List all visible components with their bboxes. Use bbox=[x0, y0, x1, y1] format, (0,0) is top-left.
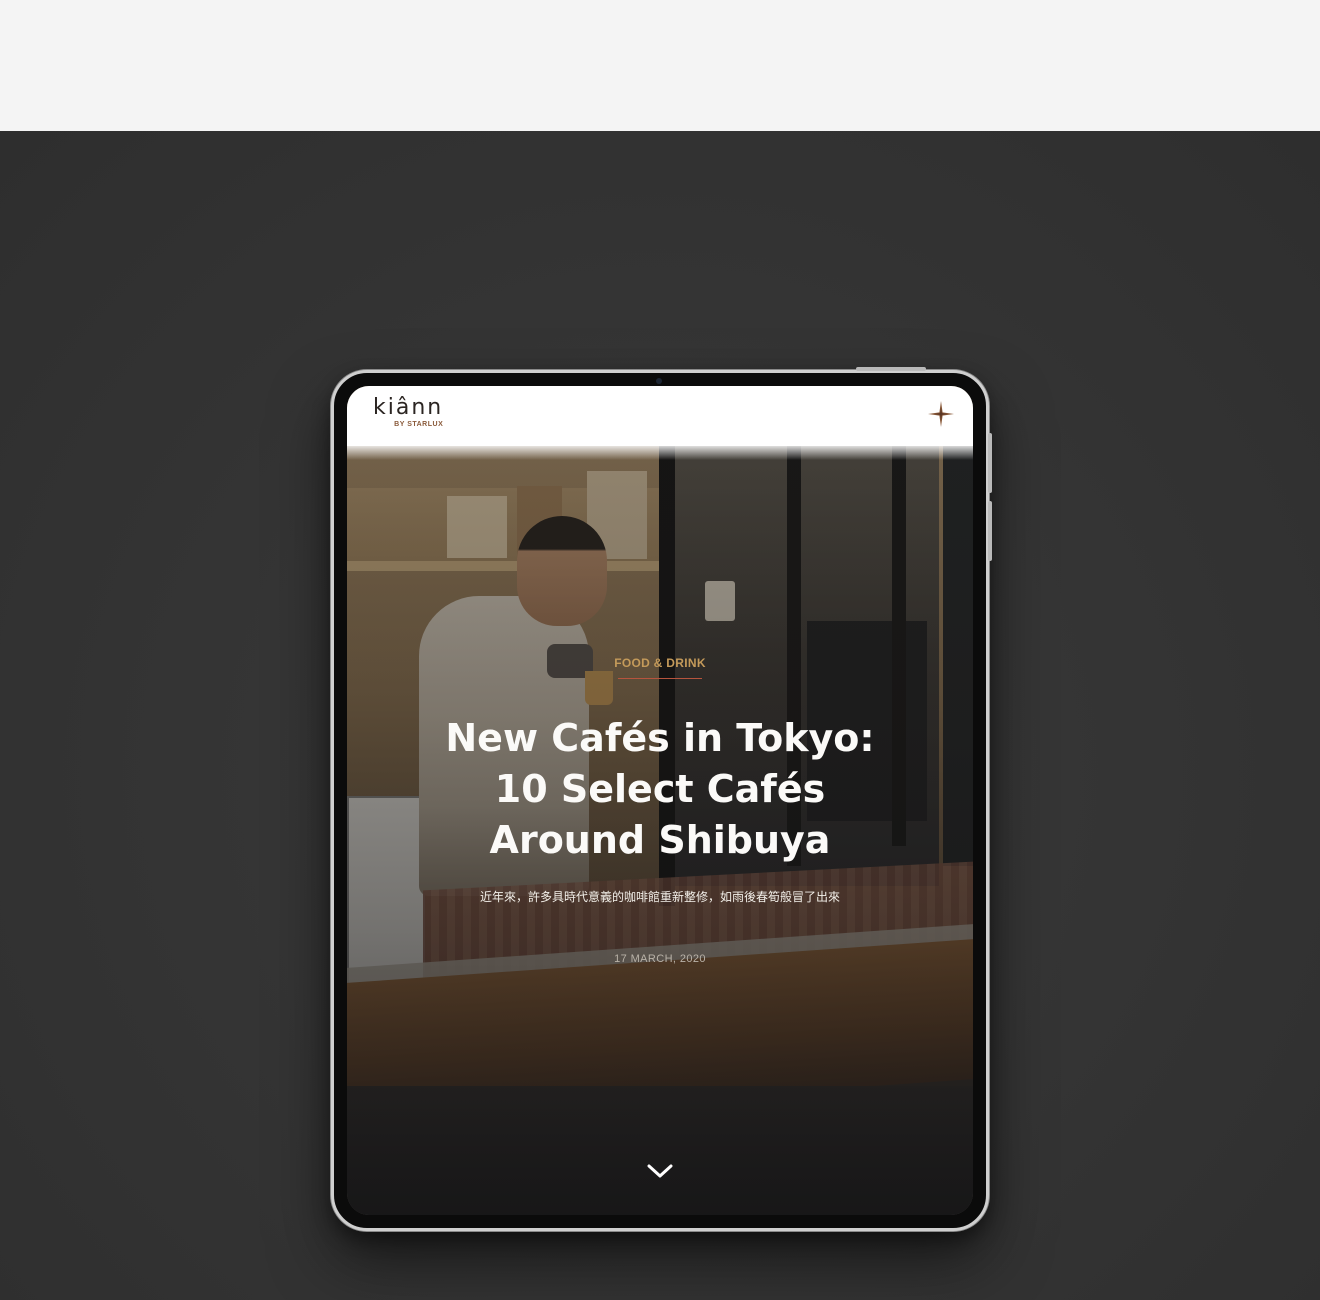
article-title: New Cafés in Tokyo: 10 Select Cafés Arou… bbox=[347, 713, 973, 866]
title-line-1: New Cafés in Tokyo: bbox=[445, 716, 875, 760]
tablet-screen: kiânn BY STARLUX FOOD & DRINK New Cafés … bbox=[347, 386, 973, 1215]
article-category[interactable]: FOOD & DRINK bbox=[347, 656, 973, 670]
compass-star-icon[interactable] bbox=[927, 400, 955, 428]
brand-logo[interactable]: kiânn BY STARLUX bbox=[373, 395, 444, 429]
title-line-2: 10 Select Cafés bbox=[494, 767, 826, 811]
chevron-down-icon[interactable] bbox=[647, 1162, 673, 1180]
article-subtitle: 近年來，許多具時代意義的咖啡館重新整修，如雨後春筍般冒了出來 bbox=[479, 890, 840, 904]
device-camera bbox=[656, 378, 662, 384]
device-top-button bbox=[856, 367, 926, 371]
header-fade bbox=[347, 444, 973, 460]
article-date: 17 MARCH, 2020 bbox=[614, 953, 706, 965]
site-header: kiânn BY STARLUX bbox=[347, 386, 973, 446]
page-top-band bbox=[0, 0, 1320, 131]
tablet-device: kiânn BY STARLUX FOOD & DRINK New Cafés … bbox=[331, 367, 992, 1231]
title-line-3: Around Shibuya bbox=[489, 818, 831, 862]
logo-wordmark: kiânn bbox=[373, 395, 444, 420]
category-underline bbox=[618, 678, 702, 679]
device-volume-down-button bbox=[988, 501, 992, 561]
device-volume-up-button bbox=[988, 433, 992, 493]
logo-subtitle: BY STARLUX bbox=[394, 421, 444, 428]
hero-content: FOOD & DRINK New Cafés in Tokyo: 10 Sele… bbox=[347, 656, 973, 965]
